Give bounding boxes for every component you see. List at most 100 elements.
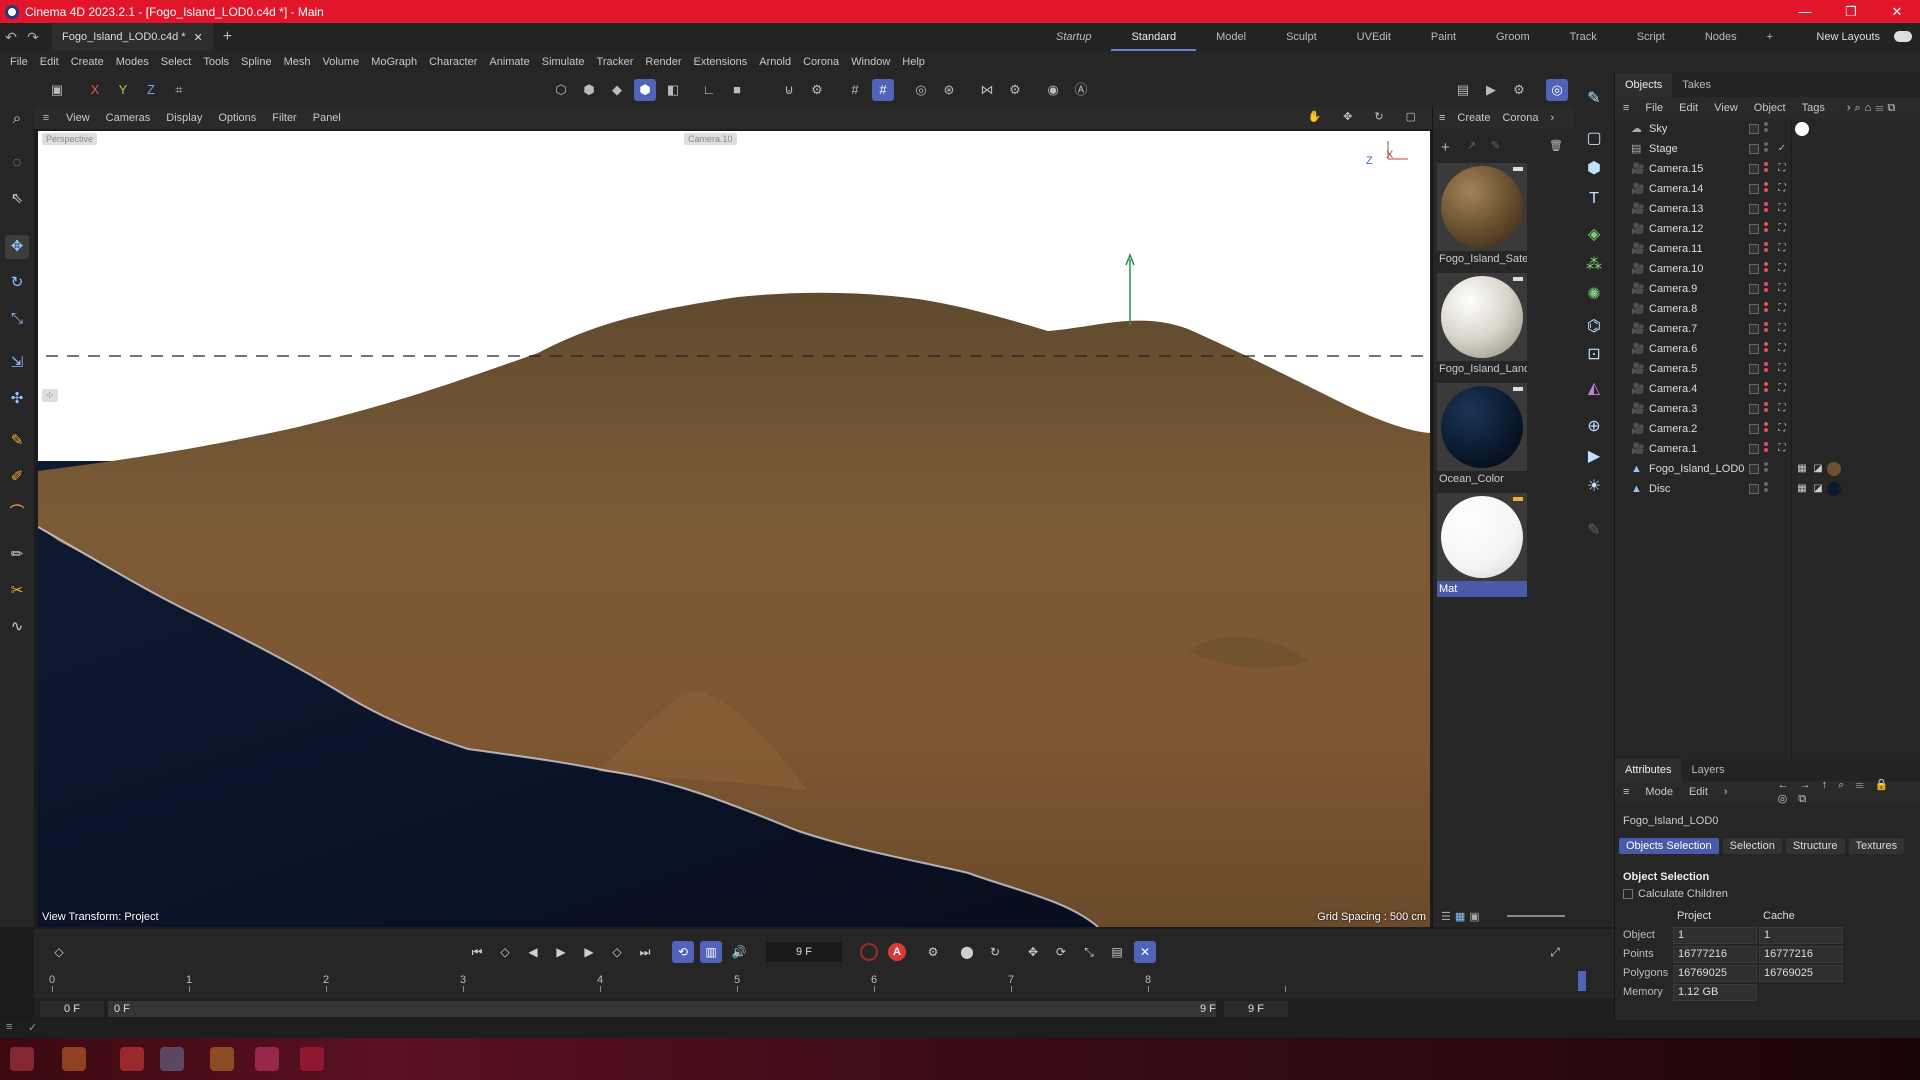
protection-tag-icon[interactable]: ⛶ [1775,222,1789,236]
protection-tag-icon[interactable]: ⛶ [1775,282,1789,296]
grid-snap-icon[interactable]: # [844,79,866,101]
tab-objects[interactable]: Objects [1615,73,1673,97]
spline-sketch-icon[interactable]: ✐ [5,465,29,489]
layer-checkbox[interactable] [1749,244,1759,254]
dolly-view-icon[interactable]: ✥ [1335,110,1360,123]
go-to-start-icon[interactable]: ⏮ [466,941,488,963]
cloner-create-icon[interactable]: ⁂ [1582,253,1606,277]
menu-animate[interactable]: Animate [483,56,535,68]
status-menu-icon[interactable]: ≡ [6,1021,12,1033]
rectangle-create-icon[interactable]: ▢ [1582,127,1606,151]
material-swatch[interactable]: Ocean_Color [1437,383,1527,491]
key-scale-icon[interactable]: ⤡ [1078,941,1100,963]
visibility-dots[interactable] [1764,122,1768,136]
edit-material-icon[interactable]: ✎ [1491,139,1500,152]
toggle-view-icon[interactable]: ▢ [1398,110,1424,123]
close-button[interactable]: ✕ [1874,0,1920,23]
redo-icon[interactable]: ↷ [22,29,44,46]
layer-checkbox[interactable] [1749,364,1759,374]
go-to-end-icon[interactable]: ⏭ [634,941,656,963]
visibility-dots[interactable] [1764,322,1768,336]
subtab-objects-selection[interactable]: Objects Selection [1619,838,1719,854]
visibility-dots[interactable] [1764,442,1768,456]
protection-tag-icon[interactable]: ⛶ [1775,182,1789,196]
model-mode-icon[interactable]: ⬢ [634,79,656,101]
solo-icon[interactable]: ⊛ [938,79,960,101]
object-menu-icon[interactable]: ≡ [1615,102,1637,114]
x-axis-lock[interactable]: X [84,79,106,101]
tab-attributes[interactable]: Attributes [1615,759,1682,781]
rotate-tool-icon[interactable]: ↻ [5,271,29,295]
pan-view-icon[interactable]: ✋ [1299,110,1329,123]
layout-script[interactable]: Script [1617,23,1685,51]
layer-checkbox[interactable] [1749,124,1759,134]
attribute-menu-mode[interactable]: Mode [1637,786,1681,798]
object-row[interactable]: 🎥 Camera.7 ⛶ [1615,319,1920,339]
visibility-dots[interactable] [1764,302,1768,316]
render-active-icon[interactable]: Ⓐ [1070,79,1092,101]
spline-pen-icon[interactable]: ✎ [5,429,29,453]
soft-selection-icon[interactable]: ◎ [910,79,932,101]
protection-tag-icon[interactable]: ⛶ [1775,162,1789,176]
spline-pen-create-icon[interactable]: ✎ [1582,87,1606,111]
protection-tag-icon[interactable]: ⛶ [1775,302,1789,316]
key-position-icon[interactable]: ⬤ [956,941,978,963]
layout-paint[interactable]: Paint [1411,23,1476,51]
delete-material-icon[interactable]: 🗑 [1549,139,1563,152]
search-icon[interactable]: ⌕ [5,107,29,131]
protection-tag-icon[interactable]: ⛶ [1775,202,1789,216]
layer-checkbox[interactable] [1749,464,1759,474]
viewport-name-chip[interactable]: Perspective [42,133,98,145]
object-row[interactable]: 🎥 Camera.5 ⛶ [1615,359,1920,379]
select-tool-icon[interactable]: ⇖ [5,187,29,211]
visibility-dots[interactable] [1764,422,1768,436]
autokey-record-button[interactable]: A [888,943,906,961]
knife-icon[interactable]: ✂ [5,579,29,603]
viewport-menu-filter[interactable]: Filter [264,112,304,124]
subtab-textures[interactable]: Textures [1848,838,1905,854]
orbit-view-icon[interactable]: ↻ [1366,110,1391,123]
uvw-tag-icon[interactable]: ▦ [1795,482,1809,496]
scale-tool-icon[interactable]: ⤡ [5,307,29,331]
protection-tag-icon[interactable]: ⛶ [1775,262,1789,276]
visibility-dots[interactable] [1764,262,1768,276]
menu-simulate[interactable]: Simulate [536,56,591,68]
layout-model[interactable]: Model [1196,23,1266,51]
snap-icon[interactable]: ⊍ [778,79,800,101]
material-menu-corona[interactable]: Corona [1496,112,1544,124]
visibility-dots[interactable] [1764,342,1768,356]
visibility-dots[interactable] [1764,382,1768,396]
layer-checkbox[interactable] [1749,264,1759,274]
uv-mode-icon[interactable]: ◧ [662,79,684,101]
effector-create-icon[interactable]: ✺ [1582,283,1606,307]
layer-checkbox[interactable] [1749,324,1759,334]
subtab-selection[interactable]: Selection [1722,838,1782,854]
layer-checkbox[interactable] [1749,164,1759,174]
next-key-icon[interactable]: ◇ [606,941,628,963]
environment-create-icon[interactable]: ⊕ [1582,415,1606,439]
menu-corona[interactable]: Corona [797,56,845,68]
field-create-icon[interactable]: ◭ [1582,377,1606,401]
frame-ruler[interactable]: 0 1 2 3 4 5 6 7 8 [49,968,1586,992]
symmetry-icon[interactable]: ⋈ [976,79,998,101]
subdivision-create-icon[interactable]: ◈ [1582,223,1606,247]
layout-standard[interactable]: Standard [1111,23,1197,51]
protection-tag-icon[interactable]: ⛶ [1775,322,1789,336]
protection-tag-icon[interactable]: ⛶ [1775,402,1789,416]
coordinate-system-icon[interactable]: ⌗ [168,79,190,101]
keyframe-settings-icon[interactable]: ⚙ [922,941,944,963]
render-to-viewer-icon[interactable]: ▶ [1480,79,1502,101]
document-tab[interactable]: Fogo_Island_LOD0.c4d * ✕ [52,23,213,51]
menu-spline[interactable]: Spline [235,56,278,68]
layout-startup[interactable]: Startup [1036,23,1111,51]
object-row[interactable]: 🎥 Camera.13 ⛶ [1615,199,1920,219]
menu-create[interactable]: Create [65,56,110,68]
object-row[interactable]: 🎥 Camera.11 ⛶ [1615,239,1920,259]
play-icon[interactable]: ▶ [550,941,572,963]
layout-groom[interactable]: Groom [1476,23,1550,51]
viewport-menu-panel[interactable]: Panel [305,112,349,124]
object-mode-icon[interactable]: ▣ [46,79,68,101]
snap-settings-icon[interactable]: ⚙ [806,79,828,101]
material-tag-icon[interactable] [1795,122,1809,136]
previous-key-icon[interactable]: ◇ [494,941,516,963]
